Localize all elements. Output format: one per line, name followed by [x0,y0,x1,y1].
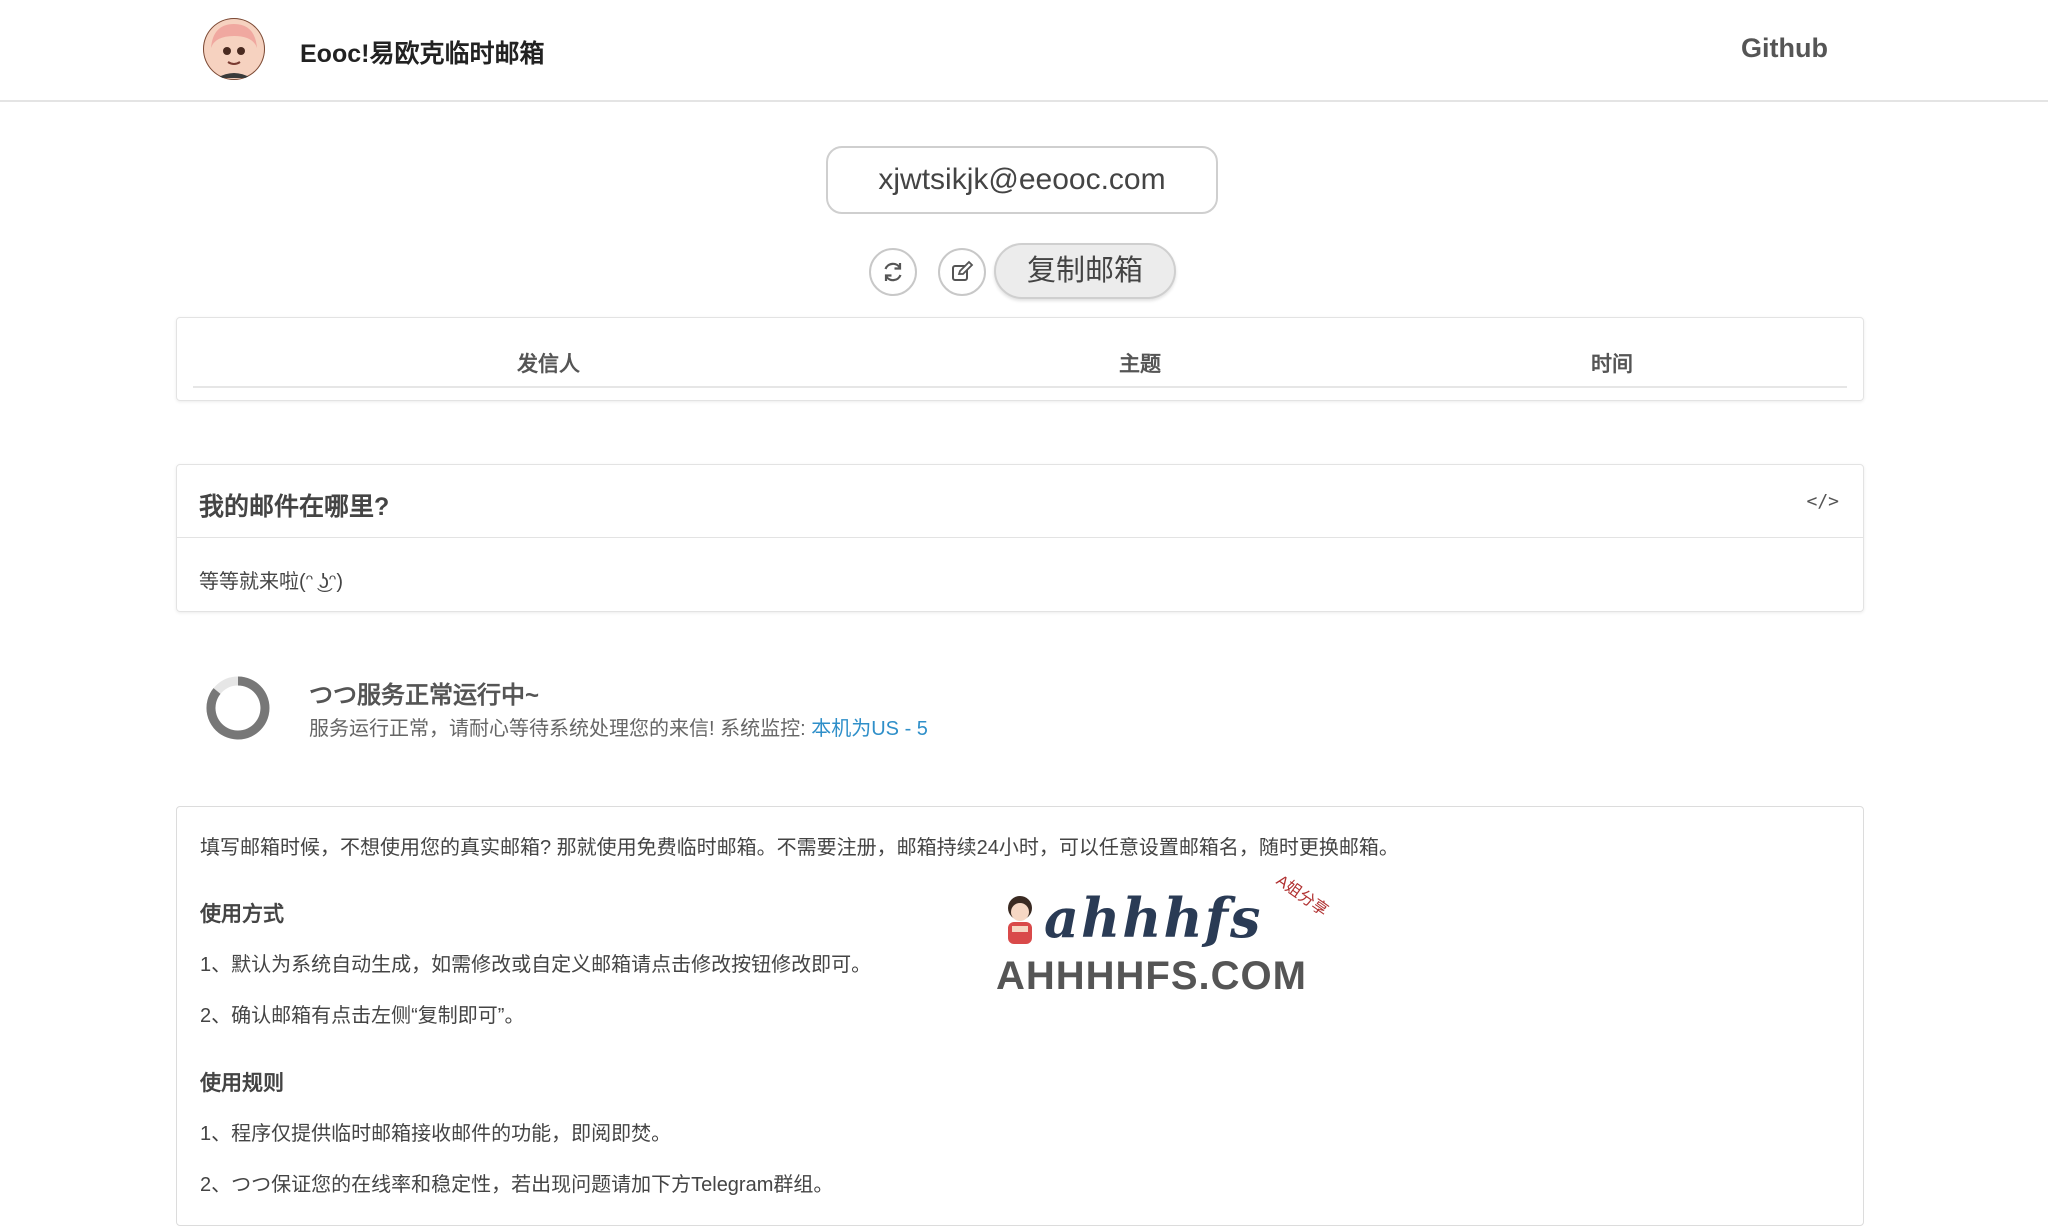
code-icon[interactable]: </> [1806,491,1839,512]
panel-body-text: 等等就来啦(ᵔ ͜ʖᵔ) [199,571,343,593]
table-divider [193,386,1847,388]
watermark-script: ahhhfs [1044,886,1263,950]
watermark-domain: AHHHHFS.COM [996,954,1307,998]
intro-text: 填写邮箱时候，不想使用您的真实邮箱? 那就使用免费临时邮箱。不需要注册，邮箱持续… [200,837,1399,859]
edit-email-button[interactable] [938,248,986,296]
column-header-time[interactable]: 时间 [1591,348,1633,378]
site-title[interactable]: Eooc!易欧克临时邮箱 [300,34,544,70]
rules-heading: 使用规则 [200,1072,284,1095]
copy-email-button[interactable]: 复制邮箱 [994,243,1176,299]
email-address-field[interactable] [826,146,1218,214]
panel-header: 我的邮件在哪里? </> [177,465,1863,538]
edit-icon [952,260,974,281]
avatar-illustration [204,19,264,79]
usage-item-1: 1、默认为系统自动生成，如需修改或自定义邮箱请点击修改按钮修改即可。 [200,954,872,976]
rules-item-2: 2、つつ保证您的在线率和稳定性，若出现问题请加下方Telegram群组。 [200,1174,834,1196]
service-status-title: つつ服务正常运行中~ [309,682,540,709]
status-description-text: 服务运行正常，请耐心等待系统处理您的来信! 系统监控: [309,718,812,740]
panel-title: 我的邮件在哪里? [199,493,390,521]
column-header-sender[interactable]: 发信人 [517,348,580,378]
avatar[interactable] [203,18,265,80]
usage-heading: 使用方式 [200,903,284,926]
column-header-subject[interactable]: 主题 [1119,348,1161,378]
mascot-icon [1008,896,1032,944]
rules-item-1: 1、程序仅提供临时邮箱接收邮件的功能，即阅即焚。 [200,1123,672,1145]
info-box: 填写邮箱时候，不想使用您的真实邮箱? 那就使用免费临时邮箱。不需要注册，邮箱持续… [176,806,1864,1226]
refresh-button[interactable] [869,248,917,296]
watermark-logo: ahhhfs A姐分享 AHHHHFS.COM [994,872,1334,1000]
top-navbar: Eooc!易欧克临时邮箱 Github [0,0,2048,102]
refresh-icon [884,262,902,282]
usage-item-2: 2、确认邮箱有点击左侧“复制即可”。 [200,1005,525,1027]
spinner-icon [206,676,270,740]
server-monitor-link[interactable]: 本机为US - 5 [811,718,928,740]
mail-waiting-panel: 我的邮件在哪里? </> 等等就来啦(ᵔ ͜ʖᵔ) [176,464,1864,612]
service-status-description: 服务运行正常，请耐心等待系统处理您的来信! 系统监控: 本机为US - 5 [309,712,928,741]
github-link[interactable]: Github [1741,33,1828,64]
mail-list-table: 发信人 主题 时间 [176,317,1864,401]
